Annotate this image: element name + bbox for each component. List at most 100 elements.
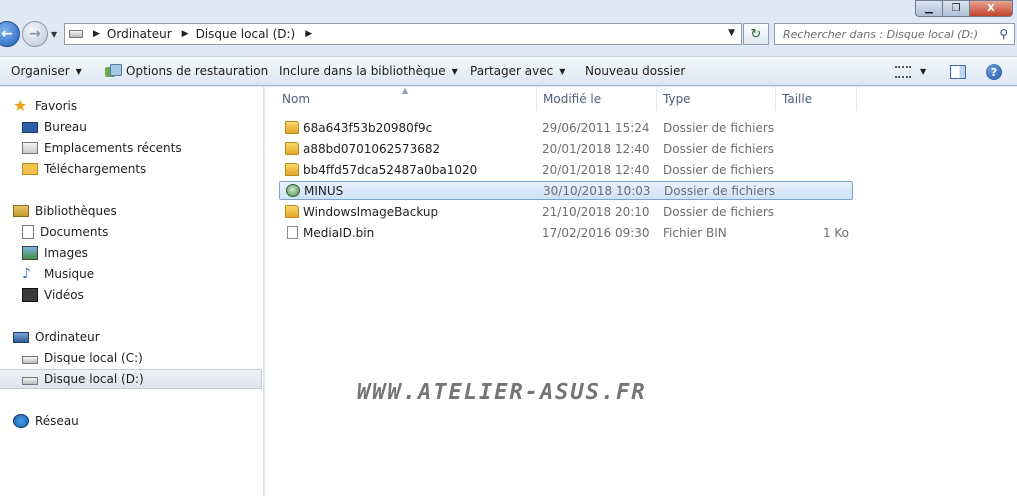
chevron-right-icon[interactable]: ▶ bbox=[305, 29, 312, 39]
libraries-icon bbox=[13, 205, 29, 217]
chevron-right-icon[interactable]: ▶ bbox=[93, 29, 100, 39]
table-row[interactable]: 68a643f53b20980f9c 29/06/2011 15:24 Doss… bbox=[279, 119, 853, 138]
sidebar-item-label: Bibliothèques bbox=[35, 204, 117, 218]
sidebar-item-images[interactable]: Images bbox=[22, 243, 88, 263]
column-header-type[interactable]: Type bbox=[657, 87, 776, 111]
sidebar-item-drive-d[interactable]: Disque local (D:) bbox=[0, 369, 262, 389]
file-type: Dossier de fichiers bbox=[663, 121, 775, 135]
network-icon bbox=[13, 414, 29, 428]
restore-label: Options de restauration bbox=[126, 64, 269, 78]
sidebar-item-network[interactable]: Réseau bbox=[13, 411, 79, 431]
table-row[interactable]: WindowsImageBackup 21/10/2018 20:10 Doss… bbox=[279, 203, 853, 222]
back-button[interactable]: ← bbox=[0, 21, 20, 47]
breadcrumb-computer[interactable]: Ordinateur bbox=[107, 27, 172, 41]
folder-icon bbox=[285, 121, 299, 134]
refresh-button[interactable]: ↻ bbox=[743, 23, 769, 45]
help-icon[interactable]: ? bbox=[986, 64, 1002, 80]
include-label: Inclure dans la bibliothèque bbox=[279, 64, 446, 78]
address-bar[interactable]: ▶ Ordinateur ▶ Disque local (D:) ▶ ▼ bbox=[64, 23, 742, 45]
file-modified: 17/02/2016 09:30 bbox=[542, 226, 650, 240]
recent-pages-dropdown[interactable]: ▼ bbox=[51, 30, 57, 39]
file-name: MINUS bbox=[304, 184, 344, 198]
file-type: Fichier BIN bbox=[663, 226, 727, 240]
star-icon: ★ bbox=[13, 96, 28, 115]
sidebar-item-favorites[interactable]: ★ Favoris bbox=[13, 96, 77, 116]
table-row-selected[interactable]: MINUS 30/10/2018 10:03 Dossier de fichie… bbox=[279, 181, 853, 200]
sidebar-item-desktop[interactable]: Bureau bbox=[22, 117, 87, 137]
minus-folder-icon bbox=[286, 184, 300, 197]
window-controls: ▁ ❐ X bbox=[915, 0, 1013, 17]
sidebar-item-label: Favoris bbox=[35, 99, 78, 113]
images-icon bbox=[22, 246, 38, 260]
column-header-size[interactable]: Taille bbox=[776, 87, 857, 111]
file-modified: 29/06/2011 15:24 bbox=[542, 121, 650, 135]
column-header-name[interactable]: Nom bbox=[276, 87, 537, 111]
search-box[interactable]: ⚲ bbox=[774, 23, 1015, 45]
sidebar-item-label: Bureau bbox=[44, 120, 87, 134]
computer-icon bbox=[13, 331, 29, 343]
table-row[interactable]: MediaID.bin 17/02/2016 09:30 Fichier BIN… bbox=[279, 224, 853, 243]
file-name: bb4ffd57dca52487a0ba1020 bbox=[303, 163, 478, 177]
sidebar-item-music[interactable]: ♪ Musique bbox=[22, 264, 94, 284]
sidebar-item-recent-places[interactable]: Emplacements récents bbox=[22, 138, 182, 158]
sidebar-item-computer[interactable]: Ordinateur bbox=[13, 327, 100, 347]
organize-button[interactable]: Organiser ▼ bbox=[11, 64, 82, 78]
restore-options-button[interactable]: Options de restauration bbox=[105, 64, 268, 78]
search-input[interactable] bbox=[783, 27, 988, 41]
column-header-label: Taille bbox=[782, 92, 813, 106]
view-options-icon[interactable] bbox=[895, 66, 911, 78]
file-size: 1 Ko bbox=[822, 226, 849, 240]
search-icon[interactable]: ⚲ bbox=[999, 27, 1008, 41]
sidebar-item-libraries[interactable]: Bibliothèques bbox=[13, 201, 117, 221]
table-row[interactable]: a88bd0701062573682 20/01/2018 12:40 Doss… bbox=[279, 140, 853, 159]
file-name: WindowsImageBackup bbox=[303, 205, 439, 219]
sidebar-item-label: Téléchargements bbox=[44, 162, 147, 176]
sidebar-item-label: Images bbox=[44, 246, 88, 260]
chevron-right-icon[interactable]: ▶ bbox=[182, 29, 189, 39]
sidebar-item-documents[interactable]: Documents bbox=[22, 222, 108, 242]
breadcrumb-drive-d[interactable]: Disque local (D:) bbox=[196, 27, 296, 41]
organize-label: Organiser bbox=[11, 64, 70, 78]
file-modified: 30/10/2018 10:03 bbox=[543, 184, 651, 198]
share-label: Partager avec bbox=[470, 64, 554, 78]
share-with-button[interactable]: Partager avec ▼ bbox=[470, 64, 565, 78]
sidebar-item-label: Réseau bbox=[35, 414, 79, 428]
sidebar-item-label: Musique bbox=[44, 267, 95, 281]
file-type: Dossier de fichiers bbox=[663, 205, 775, 219]
restore-icon bbox=[105, 64, 122, 78]
folder-icon bbox=[285, 142, 299, 155]
music-icon: ♪ bbox=[22, 266, 31, 282]
sidebar-item-label: Documents bbox=[40, 225, 109, 239]
sidebar-item-videos[interactable]: Vidéos bbox=[22, 285, 84, 305]
preview-pane-icon[interactable] bbox=[950, 65, 966, 79]
file-type: Dossier de fichiers bbox=[664, 184, 776, 198]
file-modified: 20/01/2018 12:40 bbox=[542, 163, 650, 177]
forward-button[interactable]: → bbox=[22, 21, 48, 47]
minimize-button[interactable]: ▁ bbox=[915, 0, 942, 17]
close-button[interactable]: X bbox=[969, 0, 1013, 17]
navigation-bar: ← → ▼ ▶ Ordinateur ▶ Disque local (D:) ▶… bbox=[0, 18, 1017, 52]
column-header-label: Modifié le bbox=[543, 92, 602, 106]
address-dropdown-icon[interactable]: ▼ bbox=[728, 28, 735, 38]
chevron-down-icon: ▼ bbox=[75, 66, 82, 76]
file-name: a88bd0701062573682 bbox=[303, 142, 441, 156]
folder-icon bbox=[285, 205, 299, 218]
recent-places-icon bbox=[22, 142, 38, 154]
chevron-down-icon[interactable]: ▼ bbox=[920, 67, 926, 76]
table-row[interactable]: bb4ffd57dca52487a0ba1020 20/01/2018 12:4… bbox=[279, 161, 853, 180]
file-icon bbox=[287, 226, 298, 239]
file-modified: 21/10/2018 20:10 bbox=[542, 205, 650, 219]
sidebar-item-drive-c[interactable]: Disque local (C:) bbox=[22, 348, 143, 368]
column-header-label: Type bbox=[663, 92, 691, 106]
sidebar-item-label: Ordinateur bbox=[35, 330, 100, 344]
new-folder-button[interactable]: Nouveau dossier bbox=[585, 64, 685, 78]
maximize-button[interactable]: ❐ bbox=[942, 0, 969, 17]
folder-icon bbox=[285, 163, 299, 176]
column-header-modified[interactable]: Modifié le bbox=[537, 87, 657, 111]
desktop-icon bbox=[22, 121, 38, 133]
sidebar-item-downloads[interactable]: Téléchargements bbox=[22, 159, 146, 179]
include-in-library-button[interactable]: Inclure dans la bibliothèque ▼ bbox=[279, 64, 458, 78]
file-type: Dossier de fichiers bbox=[663, 163, 775, 177]
watermark: WWW.ATELIER-ASUS.FR bbox=[357, 380, 647, 405]
documents-icon bbox=[22, 225, 34, 239]
